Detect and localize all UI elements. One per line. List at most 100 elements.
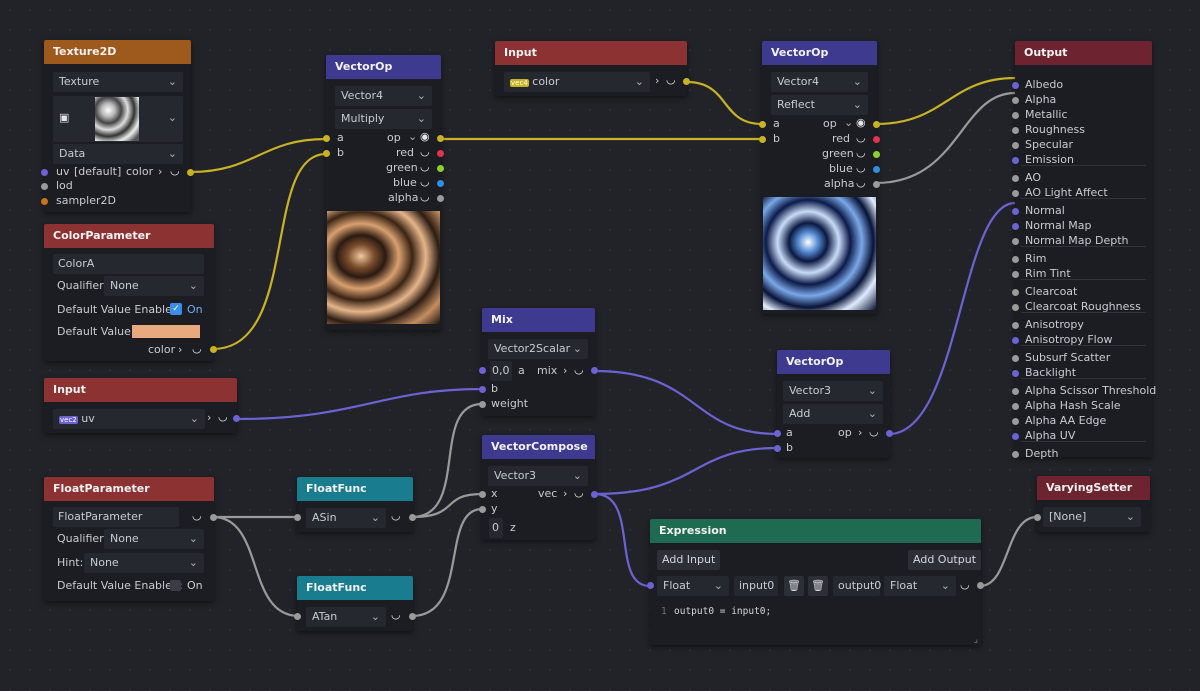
eye-closed-icon[interactable]: ◡ bbox=[170, 164, 180, 177]
output-type-select[interactable]: Float ⌄ bbox=[884, 576, 956, 596]
vector-type-select[interactable]: Vector4 ⌄ bbox=[335, 86, 432, 106]
func-select[interactable]: ASin ⌄ bbox=[306, 508, 386, 528]
input-type-select[interactable]: Float ⌄ bbox=[657, 576, 729, 596]
texture-preview-slot[interactable]: ▣ ⌄ bbox=[53, 96, 183, 142]
sampler-input-port[interactable] bbox=[41, 198, 48, 205]
code-editor[interactable]: 1 output0 = input0; bbox=[657, 600, 973, 638]
float-parameter-node[interactable]: FloatParameter FloatParameter ◡ Qualifie… bbox=[44, 477, 217, 601]
eye-closed-icon[interactable]: ◡ bbox=[218, 410, 228, 423]
blue-output-port[interactable] bbox=[873, 166, 880, 173]
chevron-right-icon[interactable]: › bbox=[178, 343, 182, 356]
color-output-port[interactable] bbox=[683, 78, 690, 85]
expression-node[interactable]: Expression Add Input Add Output Float ⌄ i… bbox=[647, 519, 984, 645]
lod-input-port[interactable] bbox=[41, 183, 48, 190]
eye-closed-icon[interactable]: ◡ bbox=[666, 73, 676, 86]
output-port[interactable] bbox=[1012, 322, 1019, 329]
chevron-right-icon[interactable]: › bbox=[563, 487, 567, 500]
a-input-port[interactable] bbox=[323, 135, 330, 142]
output-port[interactable] bbox=[1012, 433, 1019, 440]
varying-select[interactable]: [None] ⌄ bbox=[1043, 507, 1141, 527]
a-value-input[interactable]: 0,0 bbox=[490, 361, 512, 381]
color-swatch[interactable] bbox=[132, 325, 200, 338]
mix-node[interactable]: Mix Vector2Scalar ⌄ 0,0 a mix › ◡ b weigh… bbox=[479, 308, 598, 416]
eye-closed-icon[interactable]: ◡ bbox=[420, 175, 430, 188]
output-port[interactable] bbox=[1012, 256, 1019, 263]
add-input-button[interactable]: Add Input bbox=[657, 550, 721, 570]
chevron-right-icon[interactable]: › bbox=[655, 74, 659, 87]
output-port[interactable] bbox=[1012, 223, 1019, 230]
chevron-right-icon[interactable]: › bbox=[207, 411, 211, 424]
chevron-down-icon[interactable]: ⌄ bbox=[844, 116, 853, 129]
texture2d-node[interactable]: Texture2D Texture ⌄ ▣ ⌄ Data ⌄ uv [default… bbox=[41, 40, 194, 212]
func-output-port[interactable] bbox=[409, 514, 416, 521]
floatfunc-asin-node[interactable]: FloatFunc ASin ⌄ ◡ bbox=[294, 477, 416, 532]
vector-type-select[interactable]: Vector3 ⌄ bbox=[783, 381, 883, 401]
eye-closed-icon[interactable]: ◡ bbox=[960, 578, 970, 591]
color-parameter-node[interactable]: ColorParameter ColorA Qualifier: None ⌄ D… bbox=[44, 224, 217, 361]
x-input-port[interactable] bbox=[479, 491, 486, 498]
uv-input-port[interactable] bbox=[41, 169, 48, 176]
output-port[interactable] bbox=[1012, 142, 1019, 149]
vectorcompose-node[interactable]: VectorCompose Vector3 ⌄ x vec › ◡ y 0 z bbox=[479, 435, 598, 540]
green-output-port[interactable] bbox=[873, 151, 880, 158]
red-output-port[interactable] bbox=[873, 136, 880, 143]
add-output-button[interactable]: Add Output bbox=[908, 550, 981, 570]
weight-input-port[interactable] bbox=[479, 401, 486, 408]
output-port[interactable] bbox=[1012, 355, 1019, 362]
eye-closed-icon[interactable]: ◡ bbox=[574, 486, 584, 499]
op-output-port[interactable] bbox=[886, 430, 893, 437]
float-output-port[interactable] bbox=[210, 514, 217, 521]
chevron-right-icon[interactable]: › bbox=[858, 426, 862, 439]
vectorop-reflect-node[interactable]: VectorOp Vector4 ⌄ Reflect ⌄ a op ⌄ ◉ b re… bbox=[759, 41, 880, 314]
floatfunc-atan-node[interactable]: FloatFunc ATan ⌄ ◡ bbox=[294, 576, 416, 631]
color-output-port[interactable] bbox=[187, 169, 194, 176]
output-port[interactable] bbox=[1012, 370, 1019, 377]
output-node[interactable]: Output Albedo Alpha Metallic Roughness Specu… bbox=[1012, 41, 1156, 460]
output-port[interactable] bbox=[1012, 157, 1019, 164]
eye-closed-icon[interactable]: ◡ bbox=[391, 509, 401, 522]
uv-output-port[interactable] bbox=[233, 415, 240, 422]
blue-output-port[interactable] bbox=[437, 180, 444, 187]
chevron-right-icon[interactable]: › bbox=[158, 165, 162, 178]
input-select[interactable]: vec4 color ⌄ bbox=[504, 72, 650, 92]
input0-port[interactable] bbox=[647, 582, 654, 589]
output-port[interactable] bbox=[1012, 175, 1019, 182]
operation-select[interactable]: Reflect ⌄ bbox=[771, 95, 868, 115]
eye-closed-icon[interactable]: ◡ bbox=[856, 161, 866, 174]
b-input-port[interactable] bbox=[759, 136, 766, 143]
a-input-port[interactable] bbox=[774, 430, 781, 437]
varying-input-port[interactable] bbox=[1034, 514, 1041, 521]
eye-icon[interactable]: ◉ bbox=[856, 116, 866, 129]
output-port[interactable] bbox=[1012, 97, 1019, 104]
output-port[interactable] bbox=[1012, 127, 1019, 134]
operation-select[interactable]: Multiply ⌄ bbox=[335, 109, 432, 129]
texture-data-select[interactable]: Data ⌄ bbox=[53, 144, 183, 164]
output-port[interactable] bbox=[1012, 190, 1019, 197]
trash-icon[interactable]: 🗑 bbox=[784, 576, 804, 596]
varyingsetter-node[interactable]: VaryingSetter [None] ⌄ bbox=[1034, 476, 1150, 532]
output-port[interactable] bbox=[1012, 388, 1019, 395]
mix-type-select[interactable]: Vector2Scalar ⌄ bbox=[488, 339, 588, 359]
mix-output-port[interactable] bbox=[591, 367, 598, 374]
resize-handle-icon[interactable]: ⌟ bbox=[974, 635, 978, 645]
a-input-port[interactable] bbox=[759, 121, 766, 128]
output-port[interactable] bbox=[1012, 112, 1019, 119]
eye-closed-icon[interactable]: ◡ bbox=[420, 190, 430, 203]
output-port[interactable] bbox=[1012, 451, 1019, 458]
func-input-port[interactable] bbox=[294, 613, 301, 620]
eye-closed-icon[interactable]: ◡ bbox=[420, 145, 430, 158]
output-port[interactable] bbox=[1012, 82, 1019, 89]
chevron-down-icon[interactable]: ⌄ bbox=[408, 130, 417, 143]
output-port[interactable] bbox=[1012, 289, 1019, 296]
chevron-right-icon[interactable]: › bbox=[563, 364, 567, 377]
eye-icon[interactable]: ◉ bbox=[420, 130, 430, 143]
z-value-input[interactable]: 0 bbox=[489, 518, 503, 538]
vector-type-select[interactable]: Vector3 ⌄ bbox=[488, 466, 588, 486]
hint-select[interactable]: None ⌄ bbox=[84, 553, 204, 573]
b-input-port[interactable] bbox=[774, 445, 781, 452]
green-output-port[interactable] bbox=[437, 165, 444, 172]
a-input-port[interactable] bbox=[479, 367, 486, 374]
output-port[interactable] bbox=[1012, 418, 1019, 425]
qualifier-select[interactable]: None ⌄ bbox=[104, 276, 204, 296]
func-output-port[interactable] bbox=[409, 613, 416, 620]
